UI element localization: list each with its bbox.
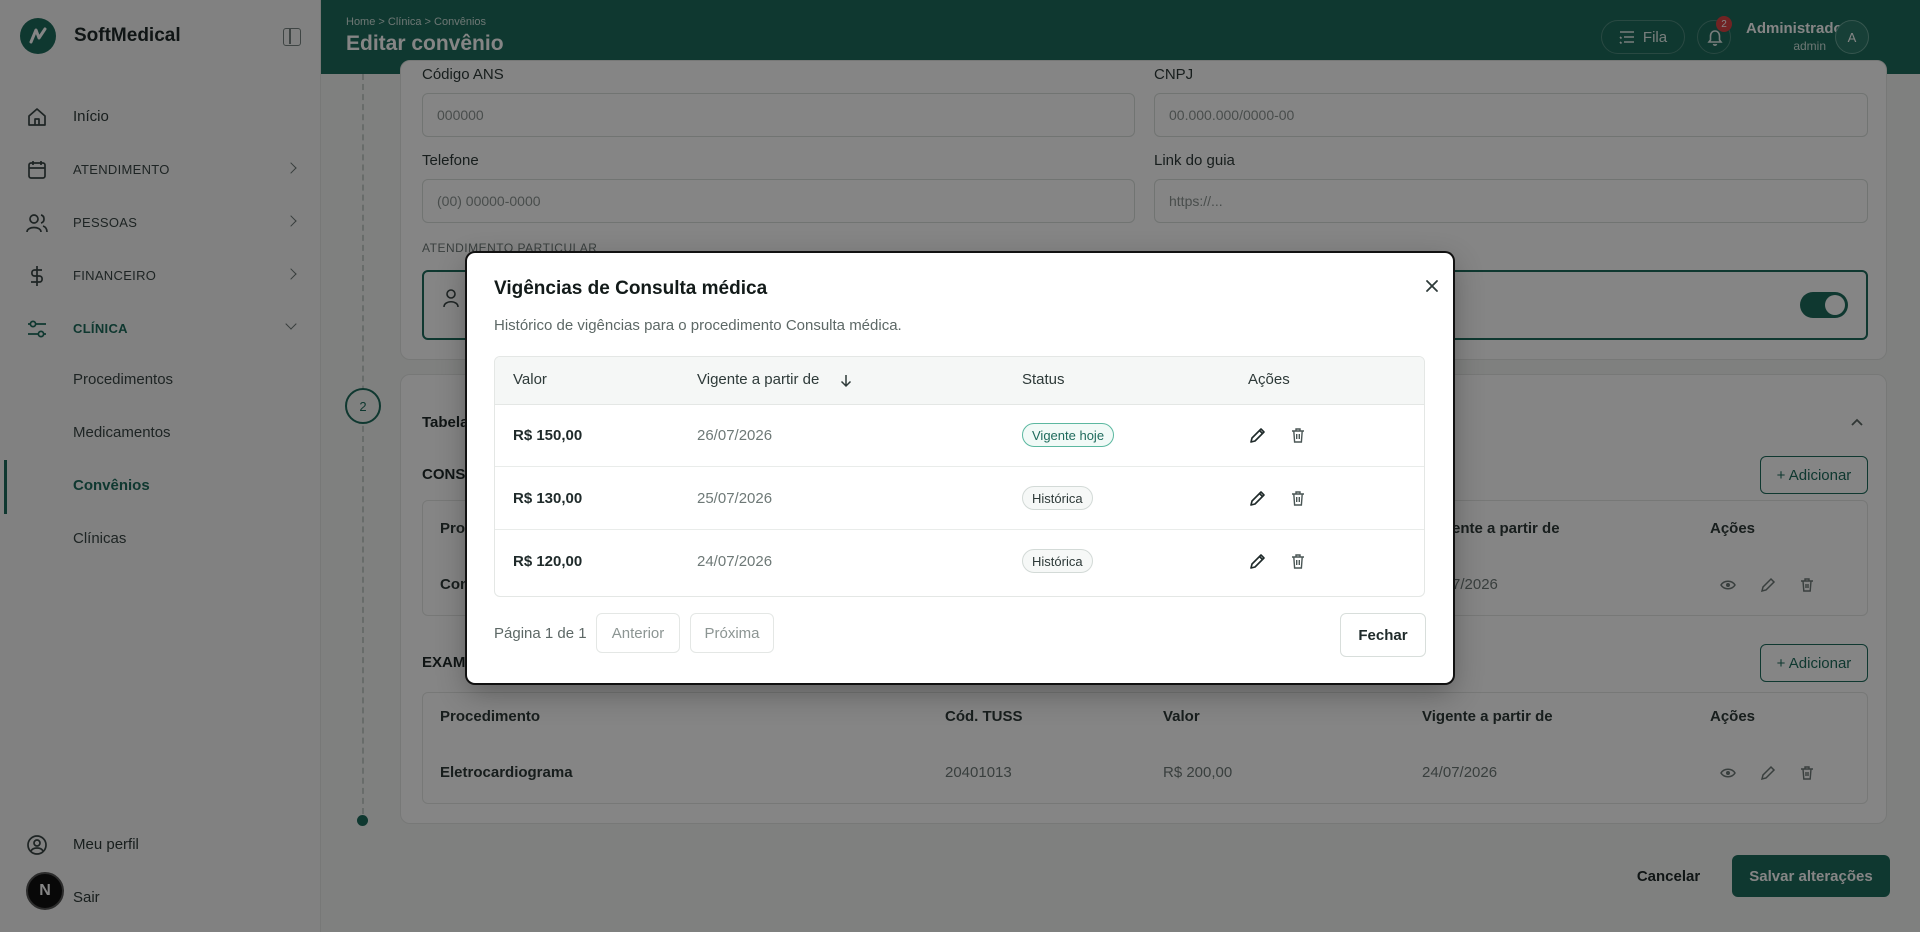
pagination-info: Página 1 de 1: [494, 625, 587, 642]
validity-table: Valor Vigente a partir de Status Ações R…: [494, 356, 1425, 597]
row-date: 25/07/2026: [697, 490, 773, 507]
row-value: R$ 130,00: [513, 490, 583, 507]
trash-icon[interactable]: [1290, 553, 1306, 570]
trash-icon[interactable]: [1290, 490, 1306, 507]
validity-table-header: Valor Vigente a partir de Status Ações: [495, 357, 1424, 405]
next-page-button[interactable]: Próxima: [690, 613, 774, 653]
arrow-down-icon[interactable]: [840, 374, 852, 388]
pencil-icon[interactable]: [1249, 553, 1266, 570]
status-badge: Histórica: [1022, 486, 1093, 510]
row-date: 24/07/2026: [697, 553, 773, 570]
status-badge: Vigente hoje: [1022, 423, 1115, 447]
col-actions: Ações: [1248, 371, 1290, 388]
close-icon[interactable]: [1421, 275, 1443, 297]
close-dialog-button[interactable]: Fechar: [1340, 613, 1426, 657]
col-value: Valor: [513, 371, 547, 388]
row-date: 26/07/2026: [697, 427, 773, 444]
pencil-icon[interactable]: [1249, 490, 1266, 507]
dialog-title: Vigências de Consulta médica: [494, 278, 768, 299]
row-value: R$ 120,00: [513, 553, 583, 570]
previous-page-button[interactable]: Anterior: [596, 613, 680, 653]
table-row: R$ 150,00 26/07/2026 Vigente hoje: [495, 405, 1424, 467]
status-badge: Histórica: [1022, 549, 1093, 573]
trash-icon[interactable]: [1290, 427, 1306, 444]
col-valid-from[interactable]: Vigente a partir de: [697, 371, 819, 388]
table-row: R$ 120,00 24/07/2026 Histórica: [495, 531, 1424, 593]
col-status: Status: [1022, 371, 1065, 388]
validity-history-dialog: Vigências de Consulta médica Histórico d…: [467, 253, 1453, 683]
row-value: R$ 150,00: [513, 427, 583, 444]
table-row: R$ 130,00 25/07/2026 Histórica: [495, 468, 1424, 530]
pencil-icon[interactable]: [1249, 427, 1266, 444]
dialog-description: Histórico de vigências para o procedimen…: [494, 317, 902, 334]
